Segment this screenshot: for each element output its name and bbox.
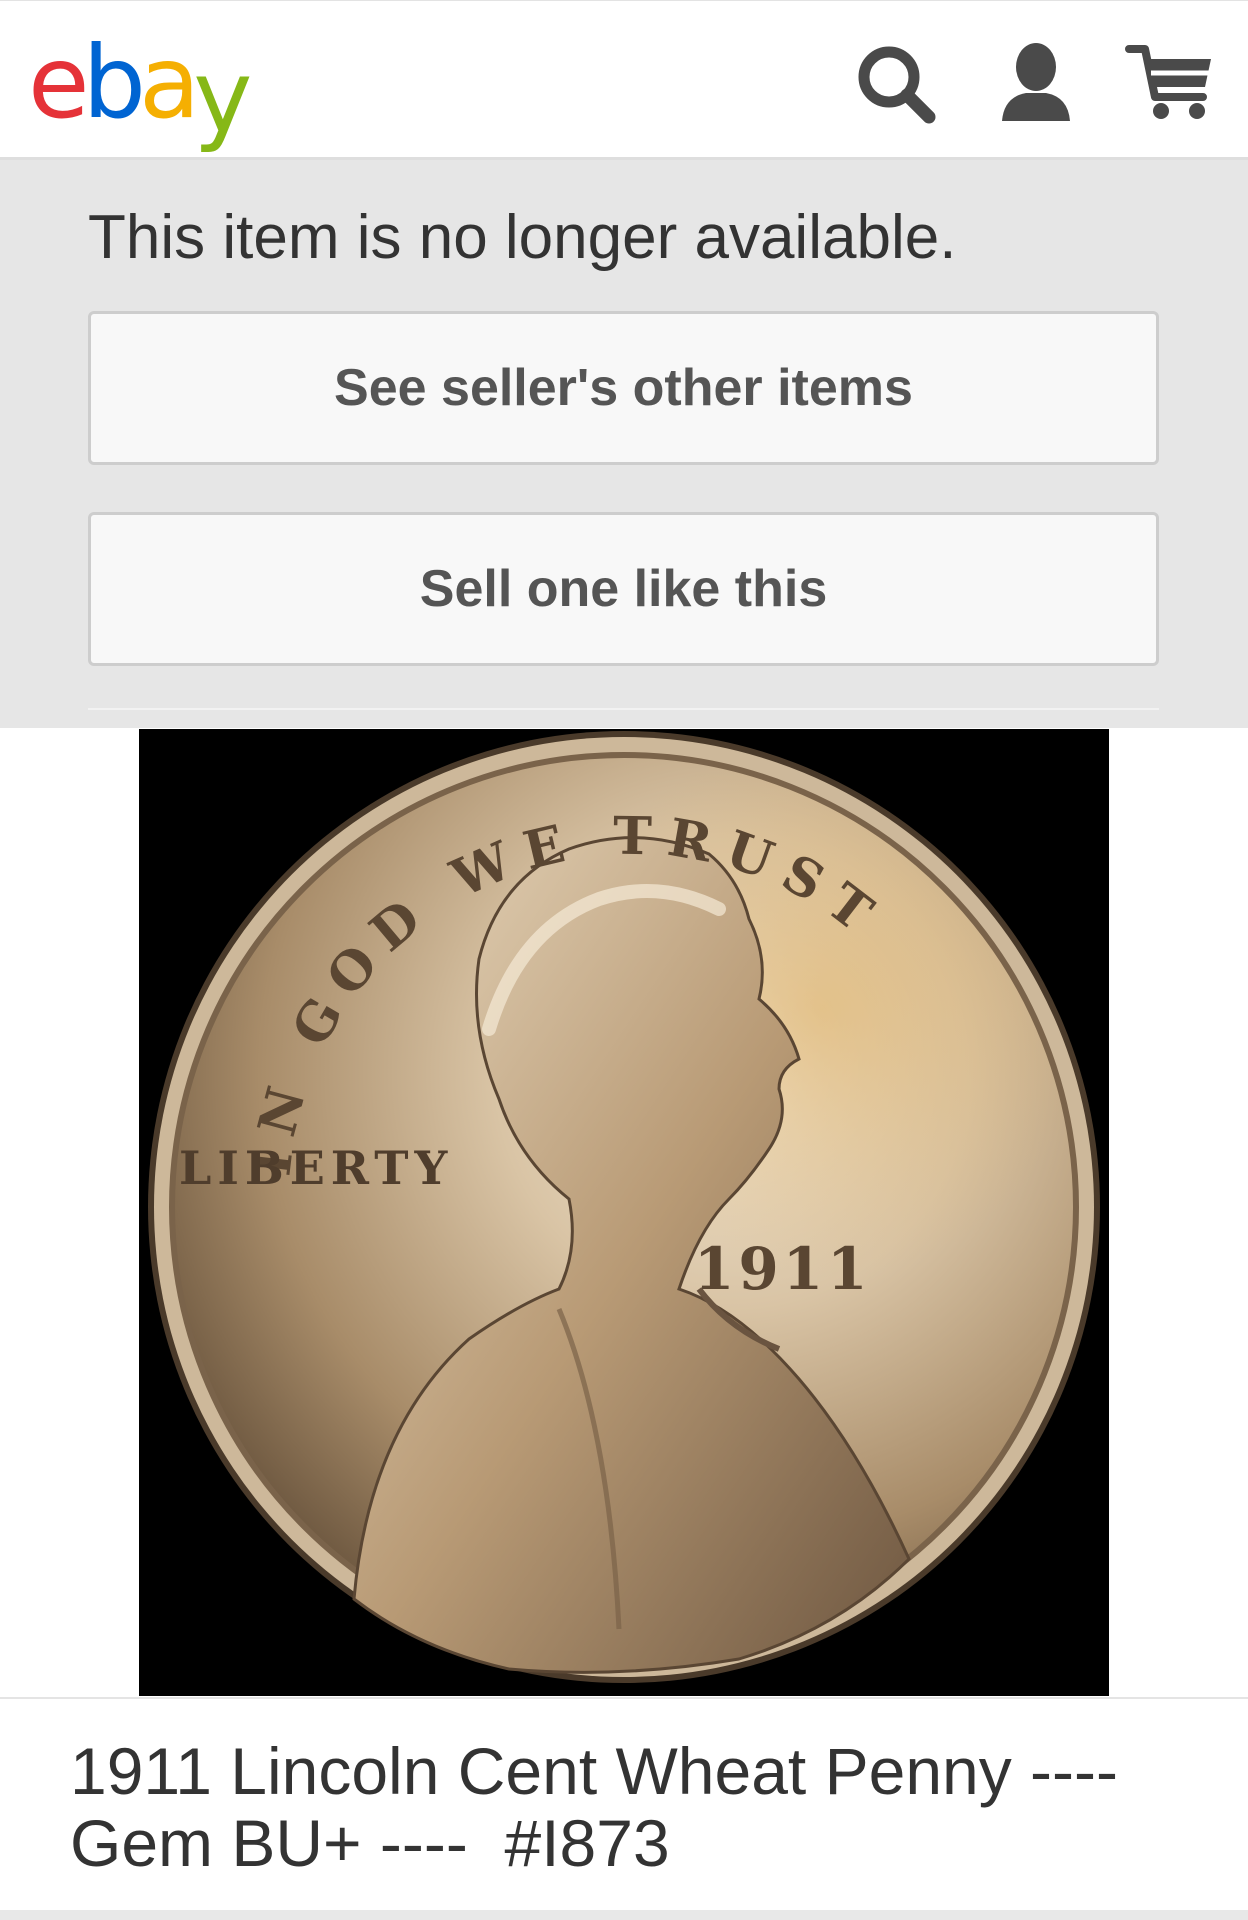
top-header: ebay bbox=[0, 0, 1248, 160]
bottom-divider bbox=[0, 1910, 1248, 1920]
cart-icon[interactable] bbox=[1125, 39, 1217, 131]
ebay-item-page: ebay This item is no longer available. S… bbox=[0, 0, 1248, 1920]
item-title-section: 1911 Lincoln Cent Wheat Penny ---- Gem B… bbox=[0, 1697, 1248, 1910]
logo-letter-e: e bbox=[28, 24, 89, 141]
logo-letter-b: b bbox=[82, 24, 147, 141]
user-icon[interactable] bbox=[990, 39, 1082, 131]
ebay-logo[interactable]: ebay bbox=[28, 23, 253, 155]
unavailable-message: This item is no longer available. bbox=[88, 203, 957, 272]
logo-letter-a: a bbox=[139, 24, 200, 141]
coin-year: 1911 bbox=[694, 1235, 871, 1303]
coin-liberty: LIBERTY bbox=[179, 1141, 453, 1195]
divider bbox=[88, 708, 1159, 710]
logo-letter-y: y bbox=[193, 38, 252, 155]
item-title: 1911 Lincoln Cent Wheat Penny ---- Gem B… bbox=[70, 1734, 1118, 1880]
sell-one-like-this-button[interactable]: Sell one like this bbox=[88, 512, 1159, 666]
see-other-items-button[interactable]: See seller's other items bbox=[88, 311, 1159, 465]
product-image[interactable]: IN GOD WE TRUST LIBERTY 1911 bbox=[139, 729, 1109, 1696]
item-unavailable-panel: This item is no longer available. See se… bbox=[0, 160, 1248, 728]
search-icon[interactable] bbox=[851, 39, 943, 131]
